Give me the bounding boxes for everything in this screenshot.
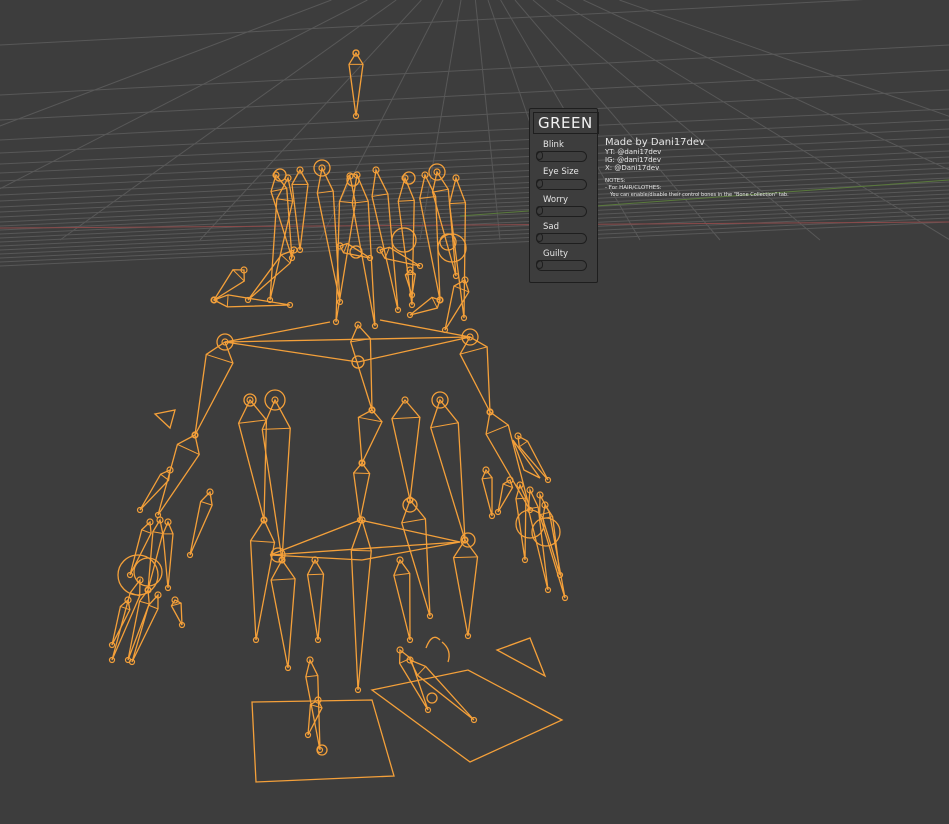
guilty-slider[interactable] [536, 260, 587, 271]
slider-label-sad: Sad [543, 222, 559, 232]
blink-slider-knob[interactable] [536, 151, 543, 160]
slider-label-eye-size: Eye Size [543, 167, 579, 177]
notes-line-2: You can enable/disable their control bon… [610, 192, 789, 198]
face-control-panel: GREEN Blink Eye Size Worry Sad Guilty [529, 108, 599, 283]
3d-viewport[interactable]: GREEN Blink Eye Size Worry Sad Guilty Ma… [0, 0, 949, 824]
credit-instagram: IG: @dani17dev [605, 156, 661, 164]
slider-label-worry: Worry [543, 195, 568, 205]
eye-size-slider-knob[interactable] [536, 179, 543, 188]
worry-slider[interactable] [536, 206, 587, 217]
credit-made-by: Made by Dani17dev [605, 137, 705, 148]
credit-x: X: @Dani17dev [605, 164, 660, 172]
notes-header: NOTES: [605, 178, 626, 184]
panel-title: GREEN [533, 112, 599, 134]
eye-size-slider[interactable] [536, 179, 587, 190]
guilty-slider-knob[interactable] [536, 260, 543, 269]
credit-youtube: YT: @dani17dev [605, 148, 662, 156]
worry-slider-knob[interactable] [536, 206, 543, 215]
sad-slider[interactable] [536, 233, 587, 244]
slider-label-guilty: Guilty [543, 249, 569, 259]
blink-slider[interactable] [536, 151, 587, 162]
sad-slider-knob[interactable] [536, 233, 543, 242]
slider-label-blink: Blink [543, 140, 564, 150]
armature-head-control[interactable] [0, 0, 949, 824]
notes-line-1: - For HAIR/CLOTHES: [605, 185, 662, 191]
